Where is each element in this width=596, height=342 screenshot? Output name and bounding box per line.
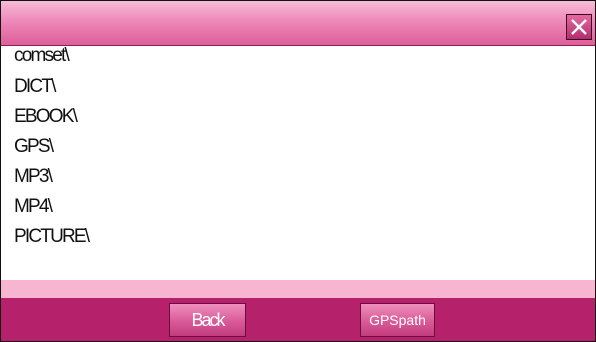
file-list: comset\ DICT\ EBOOK\ GPS\ MP3\ MP4\ PICT… <box>1 46 595 279</box>
list-item-dict[interactable]: DICT\ <box>14 75 56 99</box>
list-item-ebook[interactable]: EBOOK\ <box>14 105 78 129</box>
file-browser-window: comset\ DICT\ EBOOK\ GPS\ MP3\ MP4\ PICT… <box>0 0 596 342</box>
back-button[interactable]: Back <box>169 303 246 337</box>
gpspath-button[interactable]: GPSpath <box>360 303 435 337</box>
status-strip <box>1 280 595 298</box>
bottom-toolbar: Back GPSpath <box>1 298 595 341</box>
close-button[interactable] <box>566 14 592 40</box>
list-item-picture[interactable]: PICTURE\ <box>14 225 90 249</box>
list-item-mp4[interactable]: MP4\ <box>14 195 53 219</box>
close-icon <box>571 19 587 35</box>
list-item-comset[interactable]: comset\ <box>14 46 70 68</box>
list-item-gps[interactable]: GPS\ <box>14 135 54 159</box>
list-item-mp3[interactable]: MP3\ <box>14 165 53 189</box>
title-bar <box>1 1 595 46</box>
